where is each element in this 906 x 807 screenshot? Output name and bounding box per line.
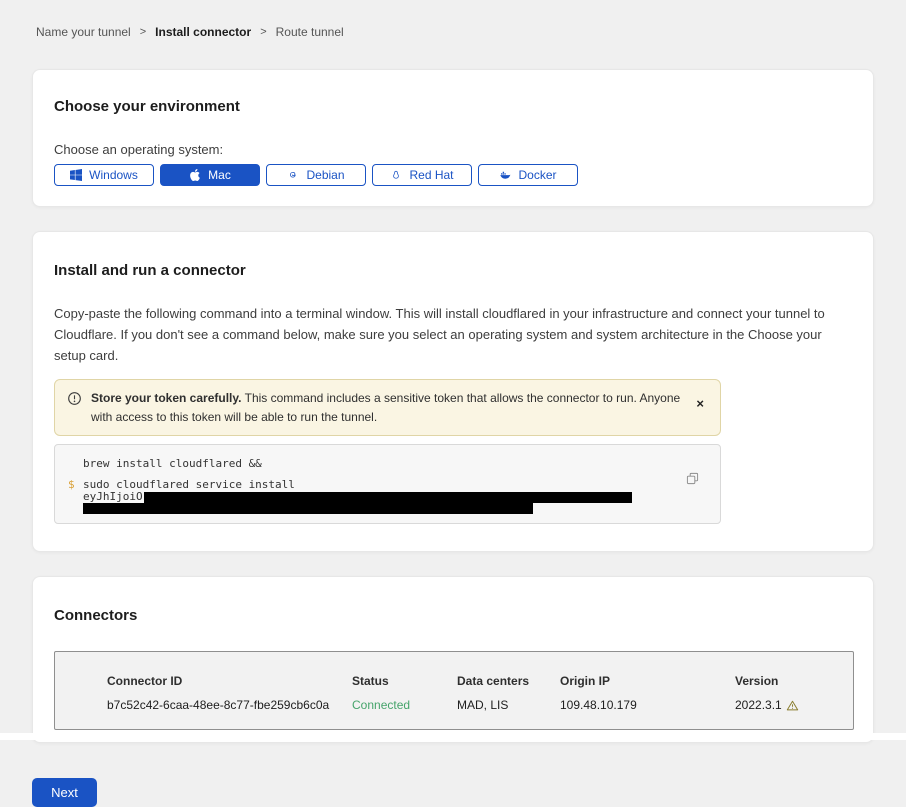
breadcrumb-separator: > [140, 26, 146, 38]
token-prefix: eyJhIjoiO [83, 490, 143, 503]
token-warning-alert: Store your token carefully. This command… [54, 379, 721, 436]
breadcrumb-route-tunnel[interactable]: Route tunnel [276, 25, 344, 39]
redhat-icon [390, 169, 402, 181]
code-brew-command: brew install cloudflared && [83, 458, 262, 470]
os-button-label: Red Hat [409, 168, 453, 182]
install-connector-card: Install and run a connector Copy-paste t… [32, 231, 874, 552]
breadcrumb: Name your tunnel > Install connector > R… [0, 0, 906, 39]
os-button-redhat[interactable]: Red Hat [372, 164, 472, 186]
code-line-sudo: $ sudo cloudflared service install [68, 479, 680, 491]
install-command-codeblock: brew install cloudflared && $ sudo cloud… [54, 444, 721, 524]
apple-icon [189, 169, 201, 181]
docker-icon [499, 169, 511, 181]
header-origin-ip: Origin IP [560, 674, 735, 688]
code-line-brew: brew install cloudflared && [68, 458, 680, 470]
header-version: Version [735, 674, 853, 688]
header-data-centers: Data centers [457, 674, 560, 688]
code-line-token: eyJhIjoiO [68, 491, 680, 503]
version-text: 2022.3.1 [735, 698, 782, 712]
connector-id-value: b7c52c42-6caa-48ee-8c77-fbe259cb6c0a [107, 698, 352, 712]
alert-circle-icon [67, 391, 82, 406]
os-button-label: Windows [89, 168, 138, 182]
os-button-docker[interactable]: Docker [478, 164, 578, 186]
token-text: eyJhIjoiO [83, 491, 632, 503]
choose-environment-card: Choose your environment Choose an operat… [32, 69, 874, 207]
connector-origin-ip-value: 109.48.10.179 [560, 698, 735, 712]
header-connector-id: Connector ID [107, 674, 352, 688]
install-description: Copy-paste the following command into a … [54, 303, 852, 366]
os-select-label: Choose an operating system: [54, 142, 852, 157]
connectors-card-title: Connectors [54, 607, 852, 624]
next-button[interactable]: Next [32, 778, 97, 807]
connector-data-centers-value: MAD, LIS [457, 698, 560, 712]
os-button-debian[interactable]: Debian [266, 164, 366, 186]
shell-prompt: $ [68, 479, 83, 491]
os-button-row: Windows Mac Debian Red Hat Docker [54, 164, 852, 186]
alert-close-button[interactable]: × [692, 389, 708, 418]
redacted-token-bar [144, 492, 632, 503]
copy-command-button[interactable] [686, 472, 699, 485]
environment-card-title: Choose your environment [54, 98, 852, 115]
version-warning-triangle-icon [786, 699, 799, 712]
alert-title: Store your token carefully. [91, 391, 242, 405]
os-button-windows[interactable]: Windows [54, 164, 154, 186]
os-button-label: Docker [518, 168, 556, 182]
connector-version-value: 2022.3.1 [735, 698, 853, 712]
connectors-table: Connector ID Status Data centers Origin … [54, 651, 854, 730]
os-button-label: Debian [306, 168, 344, 182]
alert-text: Store your token carefully. This command… [91, 389, 683, 426]
connector-table-row: b7c52c42-6caa-48ee-8c77-fbe259cb6c0a Con… [107, 698, 853, 712]
os-button-label: Mac [208, 168, 231, 182]
close-icon: × [696, 396, 704, 411]
os-button-mac[interactable]: Mac [160, 164, 260, 186]
connector-status-badge: Connected [352, 698, 457, 712]
connectors-card: Connectors Connector ID Status Data cent… [32, 576, 874, 743]
connectors-table-header: Connector ID Status Data centers Origin … [107, 674, 853, 688]
redacted-token-bar [83, 503, 533, 514]
copy-icon [686, 472, 699, 485]
breadcrumb-name-your-tunnel[interactable]: Name your tunnel [36, 25, 131, 39]
header-status: Status [352, 674, 457, 688]
breadcrumb-separator: > [260, 26, 266, 38]
install-card-title: Install and run a connector [54, 262, 852, 279]
debian-icon [287, 169, 299, 181]
windows-icon [70, 169, 82, 181]
breadcrumb-install-connector[interactable]: Install connector [155, 25, 251, 39]
bottom-strip [0, 733, 906, 740]
